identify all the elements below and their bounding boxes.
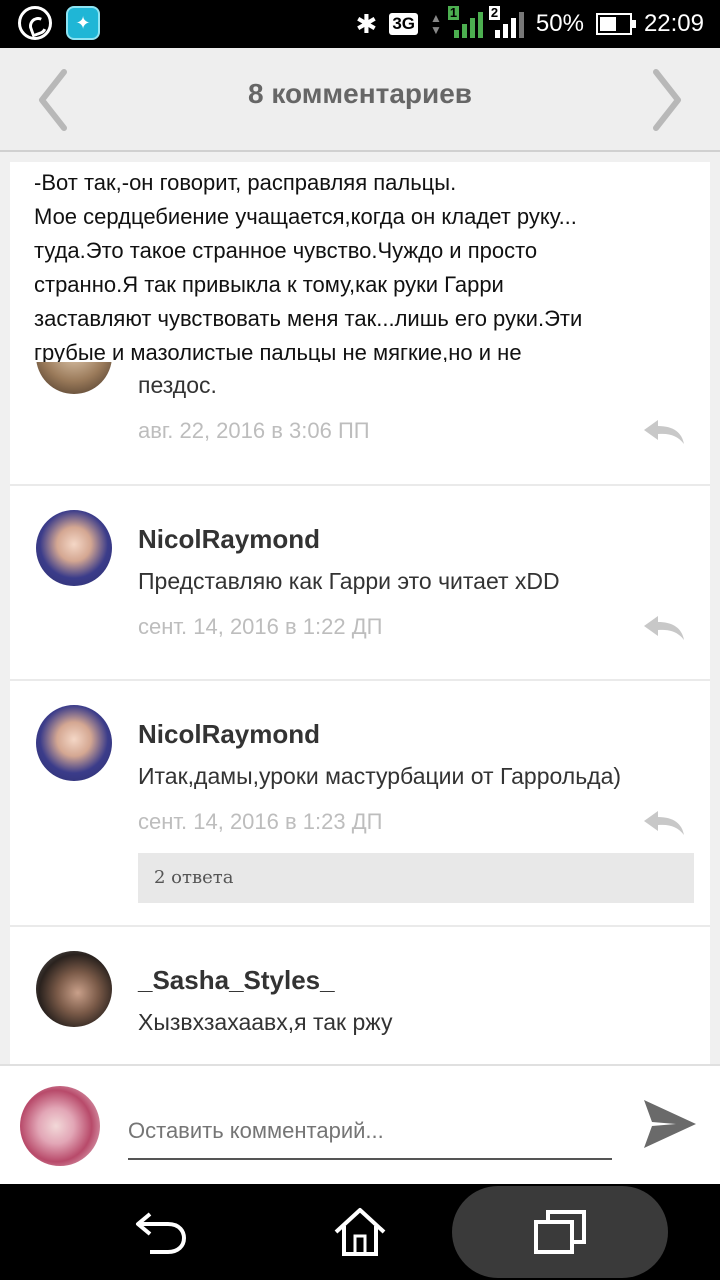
recent-apps-icon[interactable] [530,1204,590,1260]
comment-author[interactable]: _Sasha_Styles_ [138,965,335,996]
reply-icon[interactable] [642,418,686,446]
comments-content[interactable]: -Вот так,-он говорит, расправляя пальцы.… [0,152,720,1064]
next-chapter-button[interactable] [636,68,696,132]
comment-date: авг. 22, 2016 в 3:06 ПП [138,418,370,443]
comment-date: сент. 14, 2016 в 1:22 ДП [138,614,383,639]
excerpt-line: заставляют чувствовать меня так...лишь е… [34,306,583,331]
comment-item: _Sasha_Styles_ Хызвхзахаавх,я так ржу [10,927,710,1064]
excerpt-line: Мое сердцебиение учащается,когда он клад… [34,204,577,229]
bluetooth-icon: ✱ [355,8,378,39]
excerpt-line: туда.Это такое странное чувство.Чуждо и … [34,238,538,263]
comment-item: NicolRaymond Итак,дамы,уроки мастурбации… [10,681,710,927]
avatar[interactable] [36,705,112,781]
signal-sim1-icon: 1 [447,6,483,38]
back-icon[interactable] [130,1204,190,1260]
quoted-excerpt: -Вот так,-он говорит, расправляя пальцы.… [10,162,710,362]
comment-compose-bar [0,1064,720,1184]
comment-author[interactable]: NicolRaymond [138,524,320,555]
status-bar: ✦ ✱ 3G ▲ ▼ 1 2 50% 22:09 [0,0,720,48]
battery-icon [595,13,636,35]
reply-icon[interactable] [642,614,686,642]
system-nav-bar [0,1184,720,1280]
send-button[interactable] [642,1096,698,1152]
comment-list: пездос. авг. 22, 2016 в 3:06 ПП NicolRay… [10,318,710,1064]
comment-text: Итак,дамы,уроки мастурбации от Гаррольда… [138,763,622,789]
avatar[interactable] [36,510,112,586]
comment-input[interactable] [128,1104,612,1160]
chevron-right-icon [653,69,681,131]
comment-date: сент. 14, 2016 в 1:23 ДП [138,809,383,834]
comments-header: 8 комментариев [0,48,720,152]
comment-item: пездос. авг. 22, 2016 в 3:06 ПП [10,318,710,486]
user-avatar [20,1086,100,1166]
comment-text: Представляю как Гарри это читает xDD [138,568,560,594]
excerpt-line: странно.Я так привыкла к тому,как руки Г… [34,272,504,297]
view-replies-button[interactable]: 2 ответа [138,853,694,903]
excerpt-line: грубые и мазолистые пальцы не мягкие,но … [34,340,522,362]
comment-item: NicolRaymond Представляю как Гарри это ч… [10,486,710,681]
battery-percent: 50% [535,10,584,37]
signal-sim2-icon: 2 [488,6,524,38]
comment-text: Хызвхзахаавх,я так ржу [138,1009,393,1035]
reply-icon[interactable] [642,809,686,837]
network-type: 3G [389,13,418,35]
clock: 22:09 [643,10,704,37]
home-icon[interactable] [330,1204,390,1260]
avatar[interactable] [36,951,112,1027]
whatsapp-icon [18,6,52,40]
runner-app-icon: ✦ [66,6,100,40]
comment-author[interactable]: NicolRaymond [138,719,320,750]
page-title: 8 комментариев [247,78,473,109]
excerpt-line: -Вот так,-он говорит, расправляя пальцы. [34,170,457,195]
comment-text: пездос. [138,372,217,398]
data-activity-icon: ▲ ▼ [430,11,442,37]
